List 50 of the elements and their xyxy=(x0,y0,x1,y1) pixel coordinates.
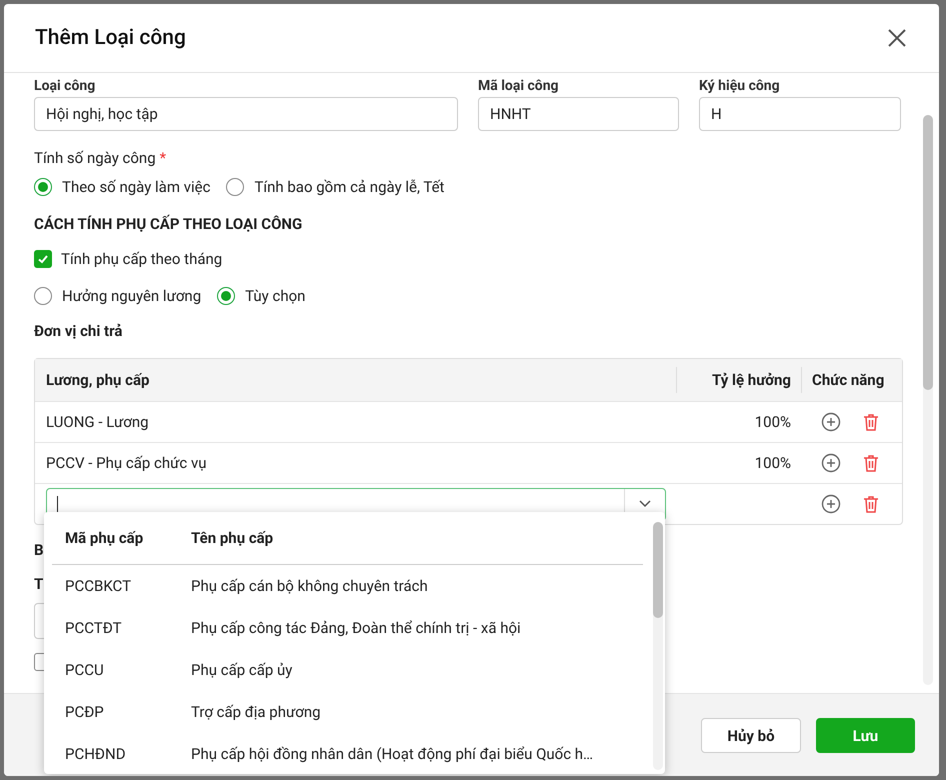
section-title: CÁCH TÍNH PHỤ CẤP THEO LOẠI CÔNG xyxy=(34,214,304,235)
table-cell-text: PCCV - Phụ cấp chức vụ xyxy=(45,454,208,472)
radio-label: Theo số ngày làm việc xyxy=(62,178,210,196)
checkbox-label: Tính phụ cấp theo tháng xyxy=(61,250,222,268)
chevron-down-icon[interactable] xyxy=(639,500,651,508)
radio-button[interactable] xyxy=(217,287,236,305)
radio-label: Tùy chọn xyxy=(245,287,306,305)
table-cell-text: LUONG - Lương xyxy=(45,413,150,431)
radio-button[interactable] xyxy=(34,178,52,196)
trash-icon[interactable] xyxy=(861,412,881,432)
radio-button[interactable] xyxy=(34,287,52,305)
text-cursor xyxy=(57,496,58,512)
dropdown-item[interactable]: PCCU Phụ cấp cấp ủy xyxy=(52,649,645,691)
add-icon[interactable] xyxy=(821,494,841,514)
column-header: Tỷ lệ hưởng xyxy=(676,367,801,393)
trash-icon[interactable] xyxy=(861,494,881,514)
text-field[interactable]: Hội nghị, học tập xyxy=(34,97,458,131)
dropdown-item[interactable]: PCĐP Trợ cấp địa phương xyxy=(52,691,645,733)
required-mark: * xyxy=(160,149,166,167)
section-label: B xyxy=(34,541,44,559)
dialog-title: Thêm Loại công xyxy=(35,26,186,50)
field-label: Mã loại công xyxy=(478,77,560,96)
scrollbar[interactable] xyxy=(923,115,933,685)
text-field[interactable]: H xyxy=(699,97,901,131)
field-label: T xyxy=(34,575,44,593)
dropdown-item[interactable]: PCCTĐT Phụ cấp công tác Đảng, Đoàn thể chính trị - xã hội xyxy=(52,607,645,649)
field-label: Ký hiệu công xyxy=(699,77,781,96)
section-label: Đơn vị chi trả xyxy=(34,321,124,342)
table-cell-text: 100% xyxy=(754,413,792,431)
text-field[interactable]: HNHT xyxy=(478,97,679,131)
column-header: Tên phụ cấp xyxy=(191,529,274,547)
check-icon xyxy=(37,253,49,265)
field-label: Loại công xyxy=(34,77,96,96)
column-header: Chức năng xyxy=(801,367,902,393)
add-icon[interactable] xyxy=(821,453,841,473)
trash-icon[interactable] xyxy=(861,453,881,473)
radio-button[interactable] xyxy=(226,178,244,196)
column-header: Lương, phụ cấp xyxy=(45,371,150,389)
scrollbar[interactable] xyxy=(653,522,663,770)
close-icon[interactable] xyxy=(887,28,907,48)
dropdown-item[interactable]: PCCBKCT Phụ cấp cán bộ không chuyên trách xyxy=(52,565,645,607)
table-cell-text: 100% xyxy=(754,454,792,472)
dropdown-item[interactable]: PCHĐND Phụ cấp hội đồng nhân dân (Hoạt động phí đại biểu Quốc h… xyxy=(52,733,645,775)
column-header: Mã phụ cấp xyxy=(64,529,144,547)
cancel-button[interactable]: Hủy bỏ xyxy=(701,718,801,753)
checkbox[interactable] xyxy=(34,250,52,268)
field-label: Tính số ngày công xyxy=(34,149,156,167)
radio-label: Tính bao gồm cả ngày lễ, Tết xyxy=(254,178,444,196)
radio-label: Hưởng nguyên lương xyxy=(62,287,202,305)
add-icon[interactable] xyxy=(821,412,841,432)
